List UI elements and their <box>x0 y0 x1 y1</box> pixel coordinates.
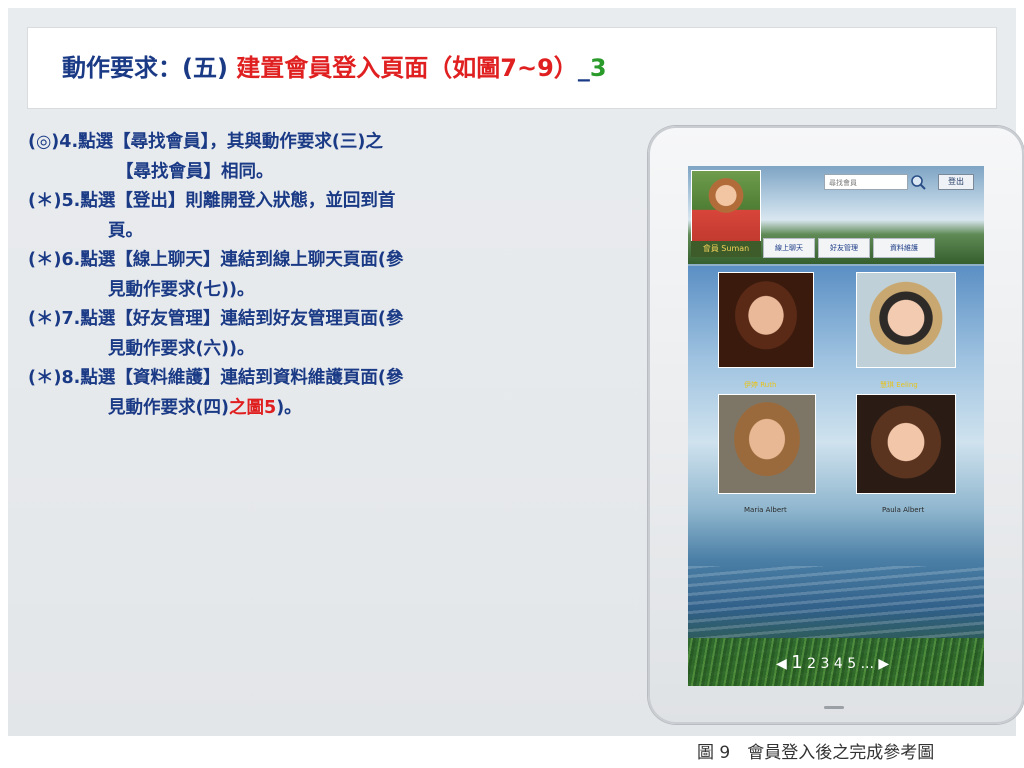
tablet-screen: 會員 Suman 尋找會員 登出 線上聊天 好友管理 資料維護 伊婷 Ruth … <box>688 166 984 686</box>
next-page-icon[interactable]: ▶ <box>878 656 889 672</box>
friend-name[interactable]: Paula Albert <box>882 506 924 514</box>
item-continuation-a: 見動作要求(四) <box>108 397 229 418</box>
header-banner: 會員 Suman 尋找會員 登出 線上聊天 好友管理 資料維護 <box>688 166 984 264</box>
friend-name[interactable]: 慧琪 Eeling <box>880 380 918 390</box>
list-item: (＊)6.點選【線上聊天】連結到線上聊天頁面(參 見動作要求(七))。 <box>28 246 618 305</box>
member-name: 會員 Suman <box>691 241 761 257</box>
friend-photo[interactable] <box>856 394 956 494</box>
nav-bar: 線上聊天 好友管理 資料維護 <box>763 238 935 258</box>
pagination: ◀ 1 2 3 4 5 ... ▶ <box>776 652 889 673</box>
figure-caption: 圖 9 會員登入後之完成參考圖 <box>697 743 935 763</box>
member-avatar <box>691 170 761 242</box>
item-continuation: 見動作要求(四)之圖5)。 <box>28 394 618 424</box>
list-item: (＊)5.點選【登出】則離開登入狀態，並回到首 頁。 <box>28 187 618 246</box>
item-line: (＊)5.點選【登出】則離開登入狀態，並回到首 <box>28 191 396 211</box>
tablet-home-indicator <box>824 706 844 709</box>
item-continuation-b: )。 <box>276 397 302 418</box>
title-box: 動作要求：(五) 建置會員登入頁面（如圖7~9）_3 <box>28 28 996 108</box>
list-item: (＊)8.點選【資料維護】連結到資料維護頁面(參 見動作要求(四)之圖5)。 <box>28 364 618 423</box>
friends-area: 伊婷 Ruth 慧琪 Eeling Maria Albert Paula Alb… <box>688 266 984 686</box>
nav-profile-maintain[interactable]: 資料維護 <box>873 238 935 258</box>
friend-photo[interactable] <box>856 272 956 368</box>
logout-button[interactable]: 登出 <box>938 174 974 190</box>
title-underscore: _ <box>577 54 590 82</box>
nav-friend-manage[interactable]: 好友管理 <box>818 238 870 258</box>
friend-photo[interactable] <box>718 394 816 494</box>
list-item: (◎)4.點選【尋找會員】，其與動作要求(三)之 【尋找會員】相同。 <box>28 128 618 187</box>
item-continuation: 見動作要求(六))。 <box>108 338 255 359</box>
item-continuation: 頁。 <box>108 220 143 241</box>
list-item: (＊)7.點選【好友管理】連結到好友管理頁面(參 見動作要求(六))。 <box>28 305 618 364</box>
search-icon[interactable] <box>910 174 926 190</box>
item-line: (＊)6.點選【線上聊天】連結到線上聊天頁面(參 <box>28 250 404 270</box>
friend-photo[interactable] <box>718 272 814 368</box>
item-line: (＊)8.點選【資料維護】連結到資料維護頁面(參 <box>28 368 404 388</box>
tablet-mockup: 會員 Suman 尋找會員 登出 線上聊天 好友管理 資料維護 伊婷 Ruth … <box>648 126 1024 724</box>
instruction-list: (◎)4.點選【尋找會員】，其與動作要求(三)之 【尋找會員】相同。 (＊)5.… <box>28 128 618 423</box>
prev-page-icon[interactable]: ◀ <box>776 656 787 672</box>
slide-title: 動作要求：(五) 建置會員登入頁面（如圖7~9）_3 <box>62 48 607 88</box>
friend-name[interactable]: Maria Albert <box>744 506 787 514</box>
title-prefix: 動作要求：(五) <box>62 54 237 82</box>
item-continuation: 見動作要求(七))。 <box>108 279 255 300</box>
friend-name[interactable]: 伊婷 Ruth <box>744 380 776 390</box>
item-continuation-red: 之圖5 <box>229 397 277 418</box>
item-continuation: 【尋找會員】相同。 <box>116 161 274 182</box>
nav-online-chat[interactable]: 線上聊天 <box>763 238 815 258</box>
title-number: 3 <box>589 54 607 82</box>
item-line: (＊)7.點選【好友管理】連結到好友管理頁面(參 <box>28 309 404 329</box>
item-line: (◎)4.點選【尋找會員】，其與動作要求(三)之 <box>28 132 383 152</box>
page-links[interactable]: 2 3 4 5 ... <box>807 656 874 672</box>
search-input[interactable]: 尋找會員 <box>824 174 908 190</box>
current-page[interactable]: 1 <box>791 652 802 673</box>
title-highlight: 建置會員登入頁面（如圖7~9） <box>236 54 578 82</box>
